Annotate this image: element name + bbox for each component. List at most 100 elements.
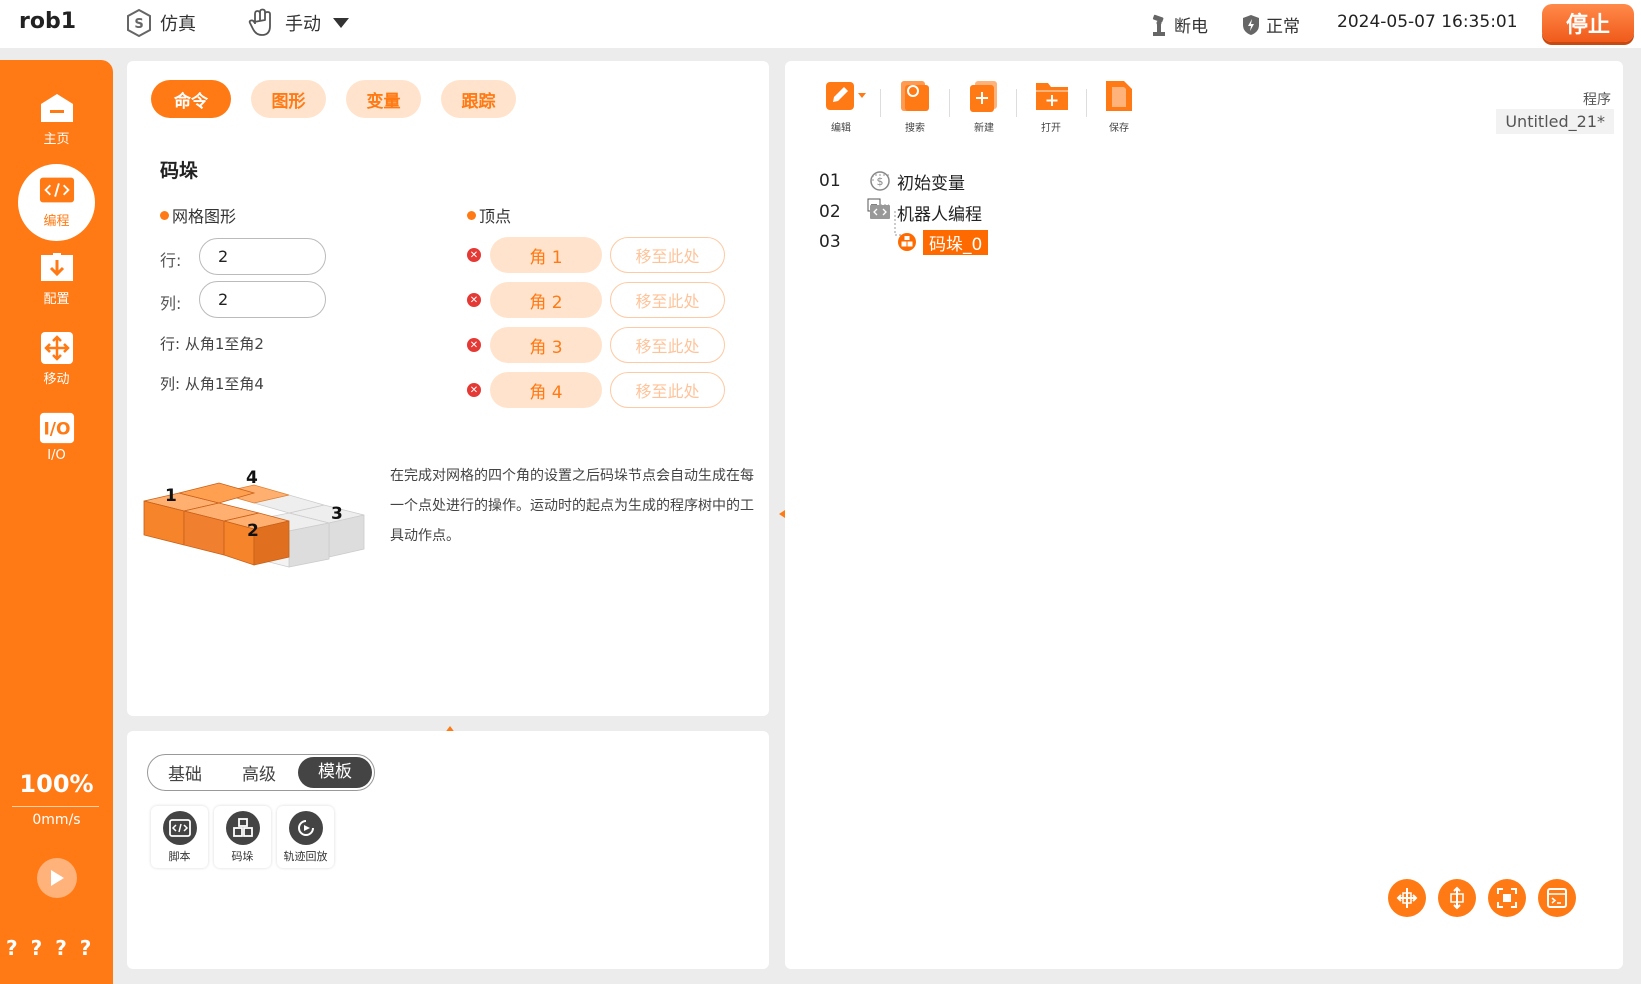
segment-basic[interactable]: 基础 <box>148 760 222 785</box>
fit-horizontal-button[interactable] <box>1388 879 1426 917</box>
row-label: 行: <box>160 251 182 270</box>
column-count-input[interactable] <box>199 281 326 318</box>
robot-arm-icon <box>1150 13 1168 37</box>
move-here-button[interactable]: 移至此处 <box>610 237 725 273</box>
tree-label-selected: 码垛_0 <box>923 229 989 255</box>
library-item-replay[interactable]: 轨迹回放 <box>277 806 334 868</box>
move-here-button[interactable]: 移至此处 <box>610 282 725 318</box>
search-button[interactable]: 搜索 <box>887 79 943 134</box>
tree-line-number: 03 <box>819 232 841 252</box>
console-button[interactable] <box>1538 879 1576 917</box>
speed-percent[interactable]: 100% <box>0 770 113 798</box>
pallet-icon <box>225 811 260 845</box>
corner-4-button[interactable]: 角 4 <box>490 372 602 408</box>
library-segment-control: 基础 高级 模板 <box>147 754 375 791</box>
speed-divider <box>12 806 99 807</box>
delete-icon[interactable]: ✕ <box>467 293 481 307</box>
delete-icon[interactable]: ✕ <box>467 248 481 262</box>
fit-screen-button[interactable] <box>1488 879 1526 917</box>
segment-template[interactable]: 模板 <box>298 757 372 788</box>
sidebar-item-label: 配置 <box>43 292 70 307</box>
delete-icon[interactable]: ✕ <box>467 338 481 352</box>
corner-1-button[interactable]: 角 1 <box>490 237 602 273</box>
sidebar-item-config[interactable]: 配置 <box>0 250 113 307</box>
manual-mode-dropdown[interactable]: 手动 <box>247 8 349 38</box>
manual-mode-label: 手动 <box>285 14 321 35</box>
svg-text:$: $ <box>877 175 884 188</box>
new-file-icon <box>967 79 1001 113</box>
safety-status-label: 正常 <box>1266 17 1300 37</box>
replay-icon <box>288 811 323 845</box>
grid-heading: 网格图形 <box>160 203 236 227</box>
power-status: 断电 <box>1150 12 1208 37</box>
move-here-button[interactable]: 移至此处 <box>610 372 725 408</box>
library-item-label: 轨迹回放 <box>283 850 328 863</box>
library-panel: 基础 高级 模板 脚本 码垛 轨迹回放 <box>127 731 769 969</box>
sidebar-item-io[interactable]: I/O I/O <box>0 410 113 463</box>
program-label: 程序 <box>1583 92 1611 108</box>
help-marks: ???? <box>6 936 105 960</box>
save-button[interactable]: 保存 <box>1091 79 1147 134</box>
fit-screen-icon <box>1497 888 1517 908</box>
robot-name: rob1 <box>19 9 77 34</box>
vertex-heading-label: 顶点 <box>479 207 512 226</box>
corner-row: ✕ 角 2 移至此处 <box>467 282 725 318</box>
palletizing-description: 在完成对网格的四个角的设置之后码垛节点会自动生成在每一个点处进行的操作。运动时的… <box>390 468 754 544</box>
move-here-button[interactable]: 移至此处 <box>610 327 725 363</box>
download-icon <box>39 250 75 286</box>
grid-heading-label: 网格图形 <box>172 207 237 226</box>
simulation-toggle[interactable]: S 仿真 <box>124 8 196 38</box>
tree-label: 机器人编程 <box>897 204 982 225</box>
corner-row: ✕ 角 3 移至此处 <box>467 327 725 363</box>
code-icon <box>39 172 75 208</box>
program-name[interactable]: Untitled_21* <box>1496 109 1614 134</box>
command-panel: 命令 图形 变量 跟踪 码垛 网格图形 顶点 行: 列: 行: 从角1至角2 列… <box>127 61 769 716</box>
toolbar-label: 打开 <box>1041 123 1061 134</box>
stop-button[interactable]: 停止 <box>1542 4 1634 42</box>
corner-3-button[interactable]: 角 3 <box>490 327 602 363</box>
save-icon <box>1102 79 1136 113</box>
library-item-script[interactable]: 脚本 <box>151 806 208 868</box>
play-button[interactable] <box>37 858 77 898</box>
move-icon <box>39 330 75 366</box>
edit-icon <box>824 79 866 113</box>
console-icon <box>1547 888 1567 908</box>
program-node-icon <box>869 203 891 221</box>
sidebar-item-label: 主页 <box>43 132 70 147</box>
open-button[interactable]: 打开 <box>1023 79 1079 134</box>
tab-variables[interactable]: 变量 <box>346 80 421 118</box>
tab-graphics[interactable]: 图形 <box>251 80 326 118</box>
pallet-illustration: 1 4 2 3 <box>139 461 379 595</box>
speed-value: 0mm/s <box>32 812 81 828</box>
safety-status: 正常 <box>1242 12 1300 37</box>
toolbar-label: 搜索 <box>905 123 925 134</box>
row-count-input[interactable] <box>199 238 326 275</box>
program-panel: 编辑 搜索 新建 打开 保存 程序 Untitled_21* 01 $ 初始变量… <box>785 61 1623 969</box>
column-note: 列: 从角1至角4 <box>160 375 264 393</box>
home-icon <box>39 90 75 126</box>
sidebar-item-label: 编程 <box>43 214 70 229</box>
sidebar-item-move[interactable]: 移动 <box>0 330 113 387</box>
sidebar: 主页 编程 配置 移动 I/O I/O 100% 0mm/s ???? <box>0 60 113 984</box>
tab-command[interactable]: 命令 <box>151 80 231 118</box>
tab-tracking[interactable]: 跟踪 <box>441 80 516 118</box>
corner-row: ✕ 角 1 移至此处 <box>467 237 725 273</box>
new-button[interactable]: 新建 <box>956 79 1012 134</box>
library-item-pallet[interactable]: 码垛 <box>214 806 271 868</box>
tree-row[interactable]: 03 码垛_0 <box>819 228 989 256</box>
sidebar-item-programming[interactable]: 编程 <box>18 164 95 241</box>
play-icon <box>51 870 64 886</box>
shield-icon <box>1242 14 1260 36</box>
row-note: 行: 从角1至角2 <box>160 335 264 353</box>
tree-row[interactable]: 01 $ 初始变量 <box>819 167 965 195</box>
delete-icon[interactable]: ✕ <box>467 383 481 397</box>
tree-row[interactable]: 02 机器人编程 <box>819 198 982 226</box>
sidebar-item-home[interactable]: 主页 <box>0 90 113 147</box>
sidebar-item-label: 移动 <box>43 372 70 387</box>
script-icon <box>162 811 197 845</box>
corner-2-button[interactable]: 角 2 <box>490 282 602 318</box>
figure-label-2: 2 <box>247 521 259 541</box>
segment-advanced[interactable]: 高级 <box>222 760 296 785</box>
fit-vertical-button[interactable] <box>1438 879 1476 917</box>
edit-button[interactable]: 编辑 <box>813 79 869 134</box>
